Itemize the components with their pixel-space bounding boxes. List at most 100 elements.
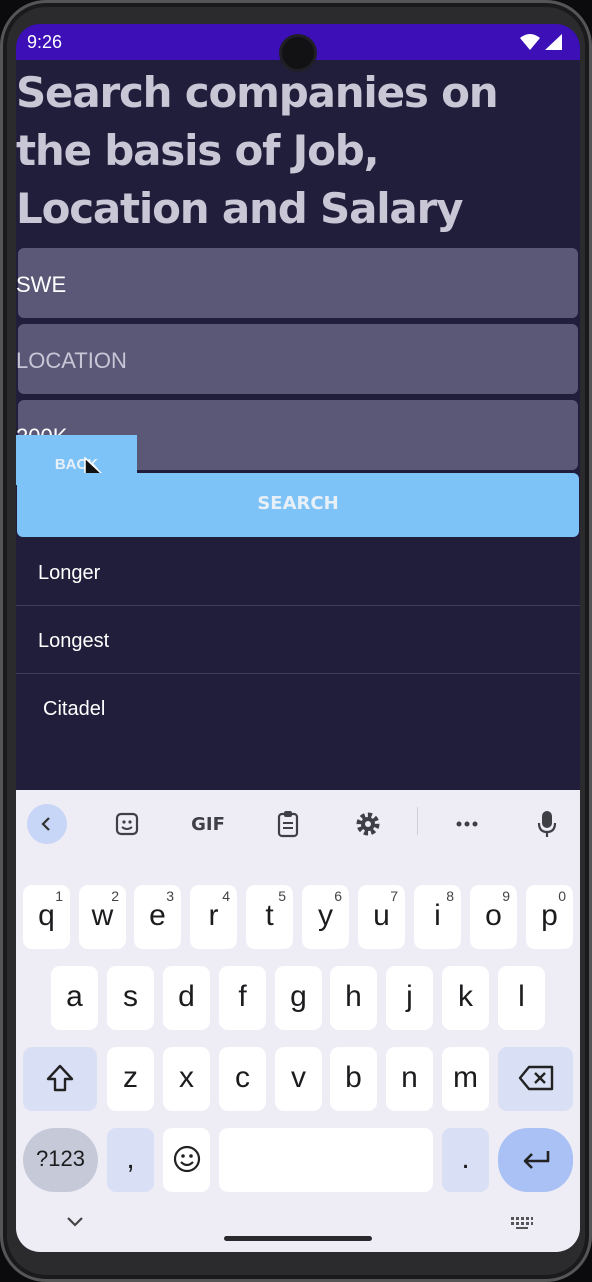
key-p[interactable]: p0 (526, 885, 573, 949)
key-g[interactable]: g (275, 966, 322, 1030)
key-label: l (518, 980, 525, 1013)
key-i[interactable]: i8 (414, 885, 461, 949)
status-bar: 9:26 (16, 24, 580, 69)
result-label: Longer (38, 562, 101, 584)
shift-icon (46, 1064, 74, 1092)
chevron-down-icon[interactable] (66, 1216, 84, 1228)
comma-key[interactable]: , (107, 1128, 154, 1192)
key-label: y (318, 899, 333, 932)
symbols-key[interactable]: ?123 (23, 1128, 98, 1192)
keyboard-toolbar: GIF (16, 790, 580, 856)
key-h[interactable]: h (330, 966, 377, 1030)
page-title: Search companies on the basis of Job, Lo… (16, 68, 499, 233)
more-icon[interactable] (447, 804, 487, 844)
key-label: f (238, 980, 247, 1013)
key-label: h (345, 980, 362, 1013)
key-label: a (66, 980, 83, 1013)
key-hint: 4 (222, 888, 230, 904)
result-item[interactable]: Citadel (16, 674, 580, 742)
key-q[interactable]: q1 (23, 885, 70, 949)
clipboard-icon[interactable] (268, 804, 308, 844)
key-o[interactable]: o9 (470, 885, 517, 949)
key-n[interactable]: n (386, 1047, 433, 1111)
key-b[interactable]: b (330, 1047, 377, 1111)
emoji-key[interactable] (163, 1128, 210, 1192)
result-label: Longest (38, 630, 110, 652)
job-input[interactable]: SWE (16, 248, 578, 318)
key-label: p (541, 899, 558, 932)
job-input-value: SWE (16, 272, 67, 297)
key-label: z (123, 1061, 138, 1094)
key-label: n (401, 1061, 418, 1094)
location-input[interactable]: LOCATION (16, 324, 578, 394)
key-label: e (149, 899, 166, 932)
key-j[interactable]: j (386, 966, 433, 1030)
key-s[interactable]: s (107, 966, 154, 1030)
key-hint: 5 (278, 888, 286, 904)
key-label: b (345, 1061, 362, 1094)
key-hint: 8 (446, 888, 454, 904)
key-label: k (458, 980, 473, 1013)
app-screen: 9:26 Search companies on the basis of Jo… (16, 24, 580, 1252)
key-u[interactable]: u7 (358, 885, 405, 949)
key-m[interactable]: m (442, 1047, 489, 1111)
key-label: . (461, 1142, 470, 1175)
key-d[interactable]: d (163, 966, 210, 1030)
key-x[interactable]: x (163, 1047, 210, 1111)
backspace-key[interactable] (498, 1047, 573, 1111)
key-label: o (485, 899, 502, 932)
key-label: d (178, 980, 195, 1013)
back-icon[interactable] (27, 804, 67, 844)
key-v[interactable]: v (275, 1047, 322, 1111)
shift-key[interactable] (23, 1047, 97, 1111)
mic-icon[interactable] (527, 804, 567, 844)
key-label: g (290, 980, 307, 1013)
key-z[interactable]: z (107, 1047, 154, 1111)
key-hint: 0 (558, 888, 566, 904)
key-w[interactable]: w2 (79, 885, 126, 949)
key-hint: 7 (390, 888, 398, 904)
period-key[interactable]: . (442, 1128, 489, 1192)
home-indicator[interactable] (224, 1236, 372, 1241)
result-item[interactable]: Longer (16, 538, 580, 606)
key-r[interactable]: r4 (190, 885, 237, 949)
key-label: u (373, 899, 390, 932)
result-item[interactable]: Longest (16, 606, 580, 674)
key-hint: 6 (334, 888, 342, 904)
key-a[interactable]: a (51, 966, 98, 1030)
key-label: c (235, 1061, 250, 1094)
key-t[interactable]: t5 (246, 885, 293, 949)
key-hint: 3 (166, 888, 174, 904)
key-hint: 2 (111, 888, 119, 904)
result-label: Citadel (43, 698, 106, 720)
key-label: w (91, 899, 114, 932)
toolbar-divider (417, 807, 418, 835)
enter-icon (523, 1151, 549, 1169)
keyboard-switch-icon[interactable] (510, 1216, 534, 1230)
space-key[interactable] (219, 1128, 433, 1192)
emoji-icon (173, 1145, 200, 1173)
wifi-icon (520, 34, 540, 50)
enter-key[interactable] (498, 1128, 573, 1192)
backspace-icon (518, 1065, 553, 1091)
key-f[interactable]: f (219, 966, 266, 1030)
sticker-icon[interactable] (107, 804, 147, 844)
key-k[interactable]: k (442, 966, 489, 1030)
key-label: m (453, 1061, 478, 1094)
signal-icon (545, 34, 562, 50)
key-y[interactable]: y6 (302, 885, 349, 949)
key-c[interactable]: c (219, 1047, 266, 1111)
soft-keyboard: GIF q1 w2 e3 r4 t5 y6 u7 i8 o9 p0 a s d … (16, 790, 580, 1252)
key-label: j (406, 980, 413, 1013)
key-label: t (265, 899, 274, 932)
key-label: ?123 (36, 1146, 85, 1171)
key-e[interactable]: e3 (134, 885, 181, 949)
search-button[interactable]: SEARCH (17, 473, 579, 537)
gif-button[interactable]: GIF (187, 804, 229, 844)
key-label: v (291, 1061, 306, 1094)
key-label: , (126, 1142, 135, 1175)
key-l[interactable]: l (498, 966, 545, 1030)
key-label: i (434, 899, 441, 932)
settings-icon[interactable] (348, 804, 388, 844)
key-label: r (208, 899, 219, 932)
